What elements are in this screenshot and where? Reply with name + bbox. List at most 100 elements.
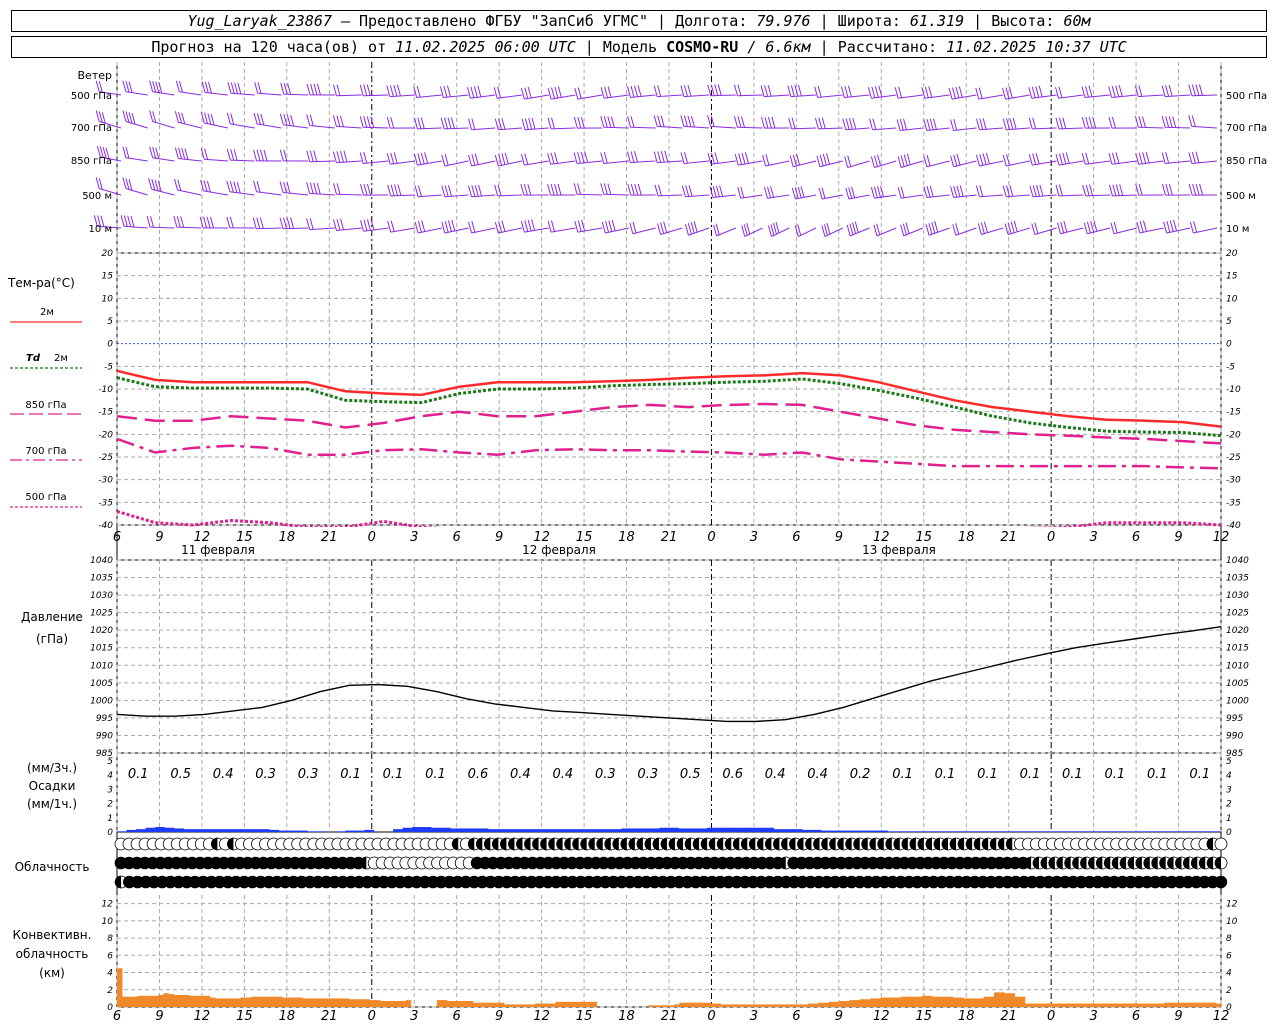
wind-barb-flag (848, 187, 853, 199)
conv-bar (287, 997, 293, 1007)
conv-bar (694, 1002, 701, 1007)
temp-tick-right: 15 (1226, 272, 1238, 282)
wind-barb-flag (905, 222, 910, 234)
wind-barb-flag (979, 154, 984, 166)
wind-barb (441, 154, 469, 167)
wind-barb-flag (527, 183, 532, 196)
wind-barb-flag (306, 182, 311, 194)
conv-bar (963, 998, 969, 1007)
conv-bar (901, 996, 907, 1007)
wind-barb-flag (1085, 116, 1090, 129)
conv-bar (1076, 1003, 1083, 1007)
temp-tick-right: 0 (1226, 340, 1232, 350)
wind-barb-flag (687, 115, 692, 127)
precip-bar (259, 829, 270, 832)
conv-bar (209, 997, 216, 1007)
precip-3h-value: 0.5 (170, 767, 191, 782)
conv-bar (565, 1001, 572, 1007)
precip-3h-value: 0.1 (425, 767, 446, 782)
pressure-tick-right: 995 (1226, 714, 1243, 724)
wind-barb-flag (279, 181, 284, 193)
conv-bar (1092, 1003, 1098, 1007)
wind-barb-flag (178, 147, 183, 159)
wind-barb-flag (290, 114, 295, 127)
wind-barb-flag (440, 117, 445, 130)
hour-tick-conv: 18 (618, 1009, 635, 1024)
conv-bar (318, 998, 324, 1007)
precip-bar (554, 829, 565, 832)
wind-barb (520, 219, 549, 233)
wind-barb-flag (521, 118, 526, 130)
conv-bar (994, 992, 1000, 1007)
wind-barb-flag (791, 117, 796, 129)
temp-tick-right: -35 (1226, 498, 1241, 508)
precip-bar (402, 827, 413, 832)
wind-barb-flag (101, 112, 106, 124)
hour-tick-conv: 18 (279, 1009, 296, 1024)
wind-barb-staff (740, 194, 763, 199)
wind-barb-flag (923, 155, 928, 167)
wind-barb-flag (600, 152, 605, 164)
precip-bar (1135, 831, 1146, 832)
wind-barb-flag (767, 186, 772, 198)
conv-tick-left: 0 (107, 1003, 113, 1013)
wind-barb-flag (733, 84, 738, 96)
wind-barb-flag (1034, 222, 1039, 234)
wind-barb-flag (1055, 154, 1060, 166)
wind-barb (762, 154, 790, 167)
conv-bar (1153, 1003, 1160, 1007)
pressure-tick-left: 1025 (90, 609, 113, 619)
wind-barb-flag (772, 223, 777, 235)
wind-barb-flag (737, 187, 742, 199)
wind-barb-flag (627, 86, 632, 98)
wind-barb-flag (233, 149, 238, 161)
wind-barb-staff (1031, 94, 1057, 99)
temp-tick-left: 15 (102, 272, 114, 282)
wind-barb-flag (557, 86, 562, 98)
precip-bar (621, 828, 632, 832)
conv-bar (122, 996, 128, 1007)
precip-tick-right: 5 (1226, 757, 1232, 767)
wind-barb (226, 148, 255, 162)
wind-barb-flag (1191, 84, 1196, 96)
precip-bar (1201, 831, 1212, 832)
wind-barb-flag (600, 87, 605, 99)
wind-barb (175, 80, 202, 96)
wind-barb-flag (717, 84, 722, 96)
wind-barb-flag (842, 118, 847, 130)
conv-bar (937, 996, 943, 1007)
wind-barb-flag (524, 118, 529, 130)
wind-barb-flag (283, 181, 288, 194)
precip-bar (945, 831, 955, 832)
wind-barb (950, 119, 977, 132)
wind-barb-flag (1062, 152, 1067, 165)
wind-barb-flag (210, 113, 215, 126)
precip-bar (887, 831, 898, 832)
wind-barb-flag (953, 186, 958, 198)
conv-bar (488, 1002, 494, 1007)
wind-barb-flag (547, 221, 552, 233)
wind-barb-staff (953, 160, 977, 168)
wind-barb-flag (471, 221, 476, 233)
wind-barb-flag (627, 183, 632, 196)
wind-barb-flag (630, 151, 635, 163)
wind-level-10m-right: 10 м (1226, 224, 1249, 235)
wind-level-500m: 500 м (82, 191, 112, 202)
wind-barb-flag (630, 183, 635, 196)
wind-barb-flag (122, 110, 127, 122)
conv-bar (1117, 1003, 1124, 1007)
wind-barb (359, 116, 389, 129)
pressure-tick-right: 1035 (1226, 574, 1249, 584)
wind-barb-flag (846, 224, 851, 237)
precip-3h-value: 0.6 (722, 767, 743, 782)
wind-barb-flag (737, 116, 742, 128)
wind-barb-flag (125, 147, 130, 159)
wind-barb-flag (789, 155, 794, 167)
temp-tick-right: 5 (1226, 317, 1232, 327)
conv-bar (478, 1002, 484, 1007)
wind-barb-staff (256, 123, 282, 129)
wind-barb (201, 81, 228, 96)
wind-barb-flag (306, 150, 311, 162)
wind-barb-flag (1089, 184, 1094, 196)
wind-barb-flag (925, 224, 930, 236)
